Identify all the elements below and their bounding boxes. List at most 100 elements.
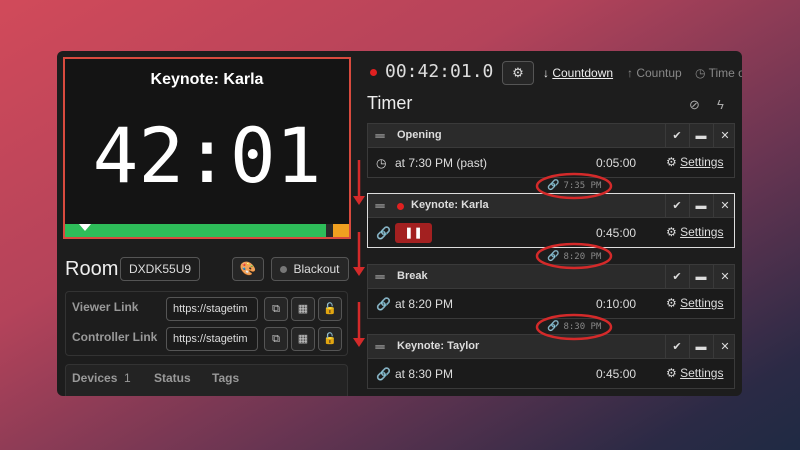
- links-panel: Viewer Link https://stagetim ⧉ ▦ 🔓 Contr…: [65, 291, 348, 356]
- viewer-link-label: Viewer Link: [72, 300, 139, 314]
- link-icon: 🔗: [376, 367, 391, 381]
- preview-title: Keynote: Karla: [150, 71, 264, 88]
- check-icon[interactable]: ✔: [665, 265, 688, 289]
- link-icon: 🔗: [547, 251, 560, 262]
- window-icon[interactable]: ▬: [689, 124, 712, 148]
- preview-clock: 42:01: [92, 111, 322, 200]
- pause-button[interactable]: ❚❚: [395, 223, 432, 243]
- devices-count: 1: [124, 371, 131, 385]
- link-icon: 🔗: [376, 297, 391, 311]
- copy-icon[interactable]: ⧉: [264, 327, 288, 351]
- cue-name: Opening: [397, 129, 442, 141]
- cue-header: ═ Break ✔ ▬ ✕: [368, 265, 734, 289]
- drag-handle-icon[interactable]: ═: [368, 194, 392, 218]
- check-icon[interactable]: ✔: [665, 194, 688, 218]
- cue-duration[interactable]: 0:05:00: [596, 156, 636, 170]
- timer-preview: Keynote: Karla 42:01: [63, 57, 351, 239]
- progress-warning: [333, 224, 349, 237]
- cue-header: ═ Keynote: Karla ✔ ▬ ✕: [368, 194, 734, 218]
- cue-body: 🔗 ❚❚ 0:45:00 ⚙ Settings: [368, 218, 734, 248]
- room-label: Room: [65, 258, 119, 280]
- controller-link-input[interactable]: https://stagetim: [166, 327, 258, 351]
- drag-handle-icon[interactable]: ═: [368, 265, 392, 289]
- gear-icon: ⚙: [512, 65, 524, 80]
- viewer-link-input[interactable]: https://stagetim: [166, 297, 258, 321]
- close-icon[interactable]: ✕: [713, 335, 736, 359]
- close-icon[interactable]: ✕: [713, 124, 736, 148]
- cue-header: ═ Keynote: Taylor ✔ ▬ ✕: [368, 335, 734, 359]
- settings-button[interactable]: ⚙: [502, 61, 534, 85]
- eye-slash-icon[interactable]: ⊘: [689, 97, 700, 113]
- cue-name: Keynote: Karla: [411, 199, 489, 211]
- link-time-text: 8:20 PM: [563, 252, 602, 262]
- palette-button[interactable]: 🎨: [232, 257, 264, 281]
- blackout-status-icon: [280, 266, 288, 274]
- unlock-icon[interactable]: 🔓: [318, 327, 342, 351]
- cue-start-time: at 7:30 PM (past): [395, 156, 488, 170]
- cue-body: 🔗 at 8:30 PM 0:45:00 ⚙ Settings: [368, 359, 734, 389]
- link-time-3: 🔗 8:30 PM: [547, 321, 601, 332]
- link-time-2: 🔗 8:20 PM: [547, 251, 601, 262]
- recording-dot-icon: [370, 69, 377, 76]
- settings-link: Settings: [680, 155, 724, 169]
- window-icon[interactable]: ▬: [689, 335, 712, 359]
- lightning-icon[interactable]: ϟ: [717, 97, 724, 112]
- unlock-icon[interactable]: 🔓: [318, 297, 342, 321]
- timer-header: Timer ⊘ ϟ: [367, 93, 737, 117]
- cue-body: ◷ at 7:30 PM (past) 0:05:00 ⚙ Settings: [368, 148, 734, 178]
- cue-name: Break: [397, 270, 428, 282]
- time-of-day-mode-tab[interactable]: ◷ Time o: [695, 66, 742, 80]
- cue-keynote-karla: ═ Keynote: Karla ✔ ▬ ✕ 🔗 ❚❚ 0:45:00 ⚙ Se…: [367, 193, 735, 248]
- elapsed-time: 00:42:01.0: [385, 61, 494, 82]
- cue-header: ═ Opening ✔ ▬ ✕: [368, 124, 734, 148]
- settings-link: Settings: [680, 366, 724, 380]
- room-code-badge[interactable]: DXDK55U9: [120, 257, 201, 281]
- window-icon[interactable]: ▬: [689, 194, 712, 218]
- devices-panel: Devices 1 Status Tags: [65, 364, 348, 396]
- controller-link-row: Controller Link https://stagetim ⧉ ▦ 🔓: [66, 324, 347, 352]
- cue-start-time: at 8:20 PM: [395, 297, 454, 311]
- progress-bar: [65, 224, 349, 237]
- progress-marker-icon: [79, 224, 91, 231]
- app-window: Keynote: Karla 42:01 Room DXDK55U9 🎨 Bla…: [57, 51, 742, 396]
- progress-fill: [65, 224, 327, 237]
- link-icon: 🔗: [547, 321, 560, 332]
- cue-keynote-taylor: ═ Keynote: Taylor ✔ ▬ ✕ 🔗 at 8:30 PM 0:4…: [367, 334, 735, 389]
- cue-settings-button[interactable]: ⚙ Settings: [666, 296, 723, 310]
- close-icon[interactable]: ✕: [713, 194, 736, 218]
- cue-duration[interactable]: 0:45:00: [596, 367, 636, 381]
- viewer-link-row: Viewer Link https://stagetim ⧉ ▦ 🔓: [66, 294, 347, 322]
- cue-duration[interactable]: 0:10:00: [596, 297, 636, 311]
- cue-settings-button[interactable]: ⚙ Settings: [666, 225, 723, 239]
- countdown-mode-tab[interactable]: ↓ Countdown: [543, 66, 613, 80]
- drag-handle-icon[interactable]: ═: [368, 124, 392, 148]
- link-time-text: 8:30 PM: [563, 322, 602, 332]
- cue-duration[interactable]: 0:45:00: [596, 226, 636, 240]
- qr-code-icon[interactable]: ▦: [291, 297, 315, 321]
- timer-header-title: Timer: [367, 93, 413, 113]
- palette-icon: 🎨: [239, 261, 257, 276]
- countdown-label: Countdown: [552, 66, 614, 80]
- copy-icon[interactable]: ⧉: [264, 297, 288, 321]
- tags-column-header: Tags: [212, 371, 240, 385]
- cue-settings-button[interactable]: ⚙ Settings: [666, 366, 723, 380]
- devices-label: Devices: [72, 371, 118, 385]
- settings-link: Settings: [680, 225, 724, 239]
- cue-break: ═ Break ✔ ▬ ✕ 🔗 at 8:20 PM 0:10:00 ⚙ Set…: [367, 264, 735, 319]
- qr-code-icon[interactable]: ▦: [291, 327, 315, 351]
- link-icon: 🔗: [376, 226, 391, 240]
- window-icon[interactable]: ▬: [689, 265, 712, 289]
- cue-opening: ═ Opening ✔ ▬ ✕ ◷ at 7:30 PM (past) 0:05…: [367, 123, 735, 178]
- close-icon[interactable]: ✕: [713, 265, 736, 289]
- cue-start-time: at 8:30 PM: [395, 367, 454, 381]
- link-icon: 🔗: [547, 180, 560, 191]
- top-bar: 00:42:01.0 ⚙ ↓ Countdown ↑ Countup ◷ Tim…: [365, 57, 742, 87]
- drag-handle-icon[interactable]: ═: [368, 335, 392, 359]
- cue-settings-button[interactable]: ⚙ Settings: [666, 155, 723, 169]
- check-icon[interactable]: ✔: [665, 335, 688, 359]
- blackout-button[interactable]: Blackout: [271, 257, 349, 281]
- link-time-text: 7:35 PM: [563, 181, 602, 191]
- arrow-up-icon: ↑: [627, 66, 633, 80]
- countup-mode-tab[interactable]: ↑ Countup: [627, 66, 682, 80]
- check-icon[interactable]: ✔: [665, 124, 688, 148]
